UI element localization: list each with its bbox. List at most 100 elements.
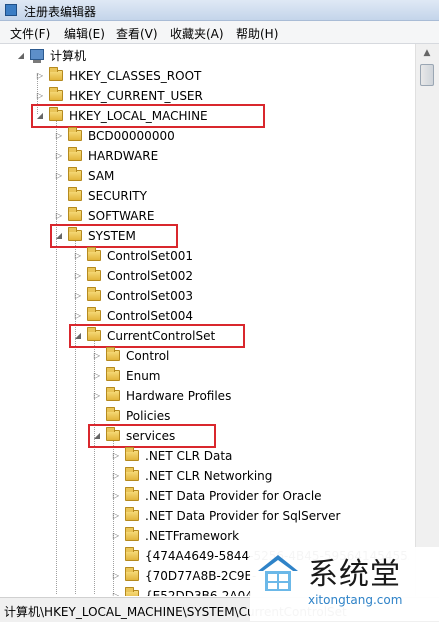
- folder-icon: [106, 367, 120, 381]
- tree-node-label[interactable]: 计算机: [50, 46, 86, 66]
- folder-icon: [125, 587, 139, 596]
- window-title: 注册表编辑器: [24, 5, 97, 19]
- tree-node[interactable]: ▷ ControlSet004: [0, 306, 409, 326]
- expand-arrow-icon[interactable]: ▷: [73, 286, 83, 306]
- expand-arrow-icon[interactable]: ▷: [35, 86, 45, 106]
- tree-node[interactable]: ▷ ControlSet003: [0, 286, 409, 306]
- folder-icon: [106, 347, 120, 361]
- tree-node[interactable]: ▷ Control: [0, 346, 409, 366]
- expand-arrow-icon[interactable]: ▷: [111, 486, 121, 506]
- tree-node[interactable]: ▷ HARDWARE: [0, 146, 409, 166]
- folder-icon: [87, 307, 101, 321]
- expand-arrow-icon[interactable]: ▷: [92, 366, 102, 386]
- tree-node-label[interactable]: ControlSet002: [107, 266, 193, 286]
- title-bar: 注册表编辑器: [0, 0, 439, 21]
- expand-arrow-icon[interactable]: ▷: [73, 266, 83, 286]
- tree-node[interactable]: Policies: [0, 406, 409, 426]
- expand-arrow-icon[interactable]: ▷: [92, 386, 102, 406]
- tree-node-label[interactable]: HARDWARE: [88, 146, 158, 166]
- tree-node[interactable]: ▷ .NETFramework: [0, 526, 409, 546]
- expand-arrow-icon[interactable]: ▷: [111, 526, 121, 546]
- tree-node[interactable]: ▷ .NET CLR Data: [0, 446, 409, 466]
- tree-node-label[interactable]: {70D77A8B-2C9E-: [145, 566, 256, 586]
- folder-icon: [68, 127, 82, 141]
- tree-node-label[interactable]: Hardware Profiles: [126, 386, 231, 406]
- tree-node-label[interactable]: HKEY_CLASSES_ROOT: [69, 66, 201, 86]
- expand-arrow-icon[interactable]: ▷: [92, 346, 102, 366]
- watermark-title: 系统堂: [308, 557, 401, 592]
- expand-arrow-icon[interactable]: ▷: [111, 586, 121, 596]
- tree-node[interactable]: ▷ .NET Data Provider for SqlServer: [0, 506, 409, 526]
- expand-arrow-icon[interactable]: ▷: [35, 66, 45, 86]
- expand-arrow-icon[interactable]: ▷: [54, 206, 64, 226]
- expand-arrow-icon[interactable]: ▷: [54, 126, 64, 146]
- registry-tree[interactable]: ◢ 计算机 ▷ HKEY_CLASSES_ROOT ▷ HKEY_CURRENT_USER…: [0, 44, 409, 596]
- tree-node-label[interactable]: HKEY_CURRENT_USER: [69, 86, 203, 106]
- folder-icon: [49, 67, 63, 81]
- folder-icon: [68, 167, 82, 181]
- expand-arrow-icon[interactable]: ▷: [111, 466, 121, 486]
- regedit-icon: [5, 4, 17, 16]
- tree-node[interactable]: ▷ Enum: [0, 366, 409, 386]
- tree-node[interactable]: ▷ SOFTWARE: [0, 206, 409, 226]
- folder-icon: [106, 387, 120, 401]
- menu-help[interactable]: 帮助(H): [236, 25, 278, 42]
- menu-favorites[interactable]: 收藏夹(A): [170, 25, 224, 42]
- tree-node-label[interactable]: Control: [126, 346, 169, 366]
- tree-node[interactable]: ▷ .NET CLR Networking: [0, 466, 409, 486]
- expand-arrow-icon[interactable]: ▷: [111, 506, 121, 526]
- folder-icon: [125, 547, 139, 561]
- tree-node[interactable]: ▷ HKEY_CURRENT_USER: [0, 86, 409, 106]
- tree-node[interactable]: ▷ .NET Data Provider for Oracle: [0, 486, 409, 506]
- expand-arrow-icon[interactable]: ▷: [54, 166, 64, 186]
- tree-node[interactable]: ▷ ControlSet001: [0, 246, 409, 266]
- expand-arrow-icon[interactable]: ▷: [111, 446, 121, 466]
- annotation-highlight-box: [31, 104, 265, 128]
- menu-file[interactable]: 文件(F): [10, 25, 50, 42]
- tree-node-label[interactable]: .NET Data Provider for Oracle: [145, 486, 322, 506]
- tree-node[interactable]: ◢ 计算机: [0, 46, 409, 66]
- tree-node-label[interactable]: Policies: [126, 406, 170, 426]
- folder-icon: [49, 87, 63, 101]
- tree-node-label[interactable]: SAM: [88, 166, 114, 186]
- tree-node-label[interactable]: .NET CLR Networking: [145, 466, 272, 486]
- tree-node-label[interactable]: .NET CLR Data: [145, 446, 232, 466]
- watermark-url: xitongtang.com: [308, 593, 403, 607]
- tree-node-label[interactable]: ControlSet001: [107, 246, 193, 266]
- scroll-thumb[interactable]: [420, 64, 434, 86]
- expand-arrow-icon[interactable]: ▷: [73, 246, 83, 266]
- tree-node-label[interactable]: {E52DD3B6-2A04: [145, 586, 253, 596]
- tree-node[interactable]: SECURITY: [0, 186, 409, 206]
- menu-edit[interactable]: 编辑(E): [64, 25, 105, 42]
- computer-icon: [30, 49, 44, 63]
- folder-icon: [68, 147, 82, 161]
- expand-arrow-icon[interactable]: ▷: [111, 566, 121, 586]
- tree-node[interactable]: ▷ Hardware Profiles: [0, 386, 409, 406]
- collapse-arrow-icon[interactable]: ◢: [16, 46, 26, 66]
- folder-icon: [87, 267, 101, 281]
- tree-node-label[interactable]: .NET Data Provider for SqlServer: [145, 506, 340, 526]
- tree-node[interactable]: ▷ HKEY_CLASSES_ROOT: [0, 66, 409, 86]
- tree-node[interactable]: ▷ SAM: [0, 166, 409, 186]
- folder-icon: [87, 247, 101, 261]
- tree-node[interactable]: ▷ BCD00000000: [0, 126, 409, 146]
- folder-icon: [87, 287, 101, 301]
- tree-node-label[interactable]: ControlSet004: [107, 306, 193, 326]
- annotation-highlight-box: [88, 424, 216, 448]
- tree-node[interactable]: ▷ ControlSet002: [0, 266, 409, 286]
- tree-node-label[interactable]: SECURITY: [88, 186, 147, 206]
- vertical-scrollbar[interactable]: ▲: [415, 44, 439, 596]
- tree-node-label[interactable]: Enum: [126, 366, 160, 386]
- expand-arrow-icon[interactable]: ▷: [54, 146, 64, 166]
- annotation-highlight-box: [50, 224, 178, 248]
- scroll-up-arrow-icon[interactable]: ▲: [420, 46, 434, 60]
- tree-node-label[interactable]: BCD00000000: [88, 126, 175, 146]
- tree-node-label[interactable]: ControlSet003: [107, 286, 193, 306]
- tree-node-label[interactable]: .NETFramework: [145, 526, 239, 546]
- expand-arrow-icon[interactable]: ▷: [73, 306, 83, 326]
- folder-icon: [125, 467, 139, 481]
- menu-view[interactable]: 查看(V): [116, 25, 158, 42]
- folder-icon: [68, 207, 82, 221]
- tree-node-label[interactable]: SOFTWARE: [88, 206, 154, 226]
- folder-icon: [125, 507, 139, 521]
